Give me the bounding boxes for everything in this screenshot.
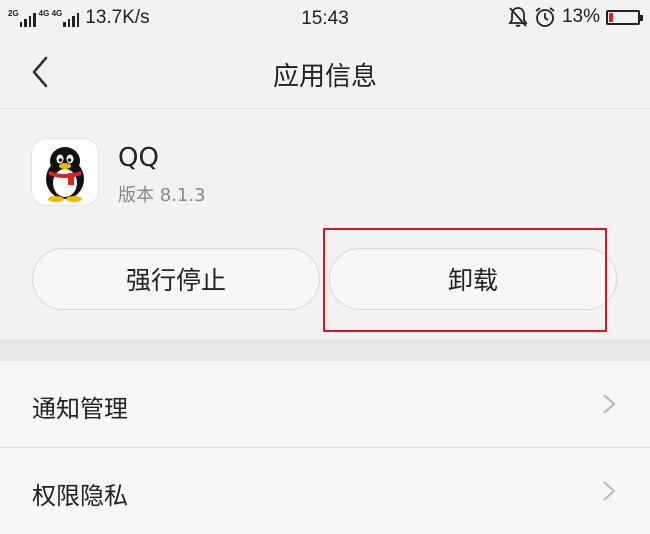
battery-percent: 13% — [561, 6, 600, 27]
permission-privacy-item[interactable]: 权限隐私 — [0, 448, 650, 534]
app-info-panel: QQ 版本 8.1.3 强行停止 卸载 — [0, 109, 650, 339]
alarm-clock-icon — [535, 7, 555, 27]
chevron-right-icon — [603, 394, 616, 414]
list-item-label: 通知管理 — [32, 395, 128, 423]
list-item-label: 权限隐私 — [32, 482, 128, 510]
app-version: 版本 8.1.3 — [118, 185, 206, 206]
battery-icon — [606, 9, 643, 25]
battery-level-fill — [609, 12, 613, 22]
notification-management-item[interactable]: 通知管理 — [0, 361, 650, 448]
uninstall-button[interactable]: 卸载 — [329, 248, 617, 310]
settings-list: 通知管理 权限隐私 — [0, 361, 650, 534]
chevron-right-icon — [603, 481, 616, 501]
status-right: 13% — [508, 6, 643, 28]
section-divider — [0, 339, 650, 361]
status-bar: 2G 4G 4G 13.7K/s 15:43 13% — [0, 0, 650, 36]
force-stop-button[interactable]: 强行停止 — [32, 248, 320, 310]
qq-penguin-icon — [32, 139, 98, 205]
mute-bell-icon — [508, 7, 528, 27]
page-title: 应用信息 — [272, 62, 377, 92]
app-name: QQ — [118, 143, 159, 173]
title-bar: 应用信息 — [0, 36, 650, 109]
